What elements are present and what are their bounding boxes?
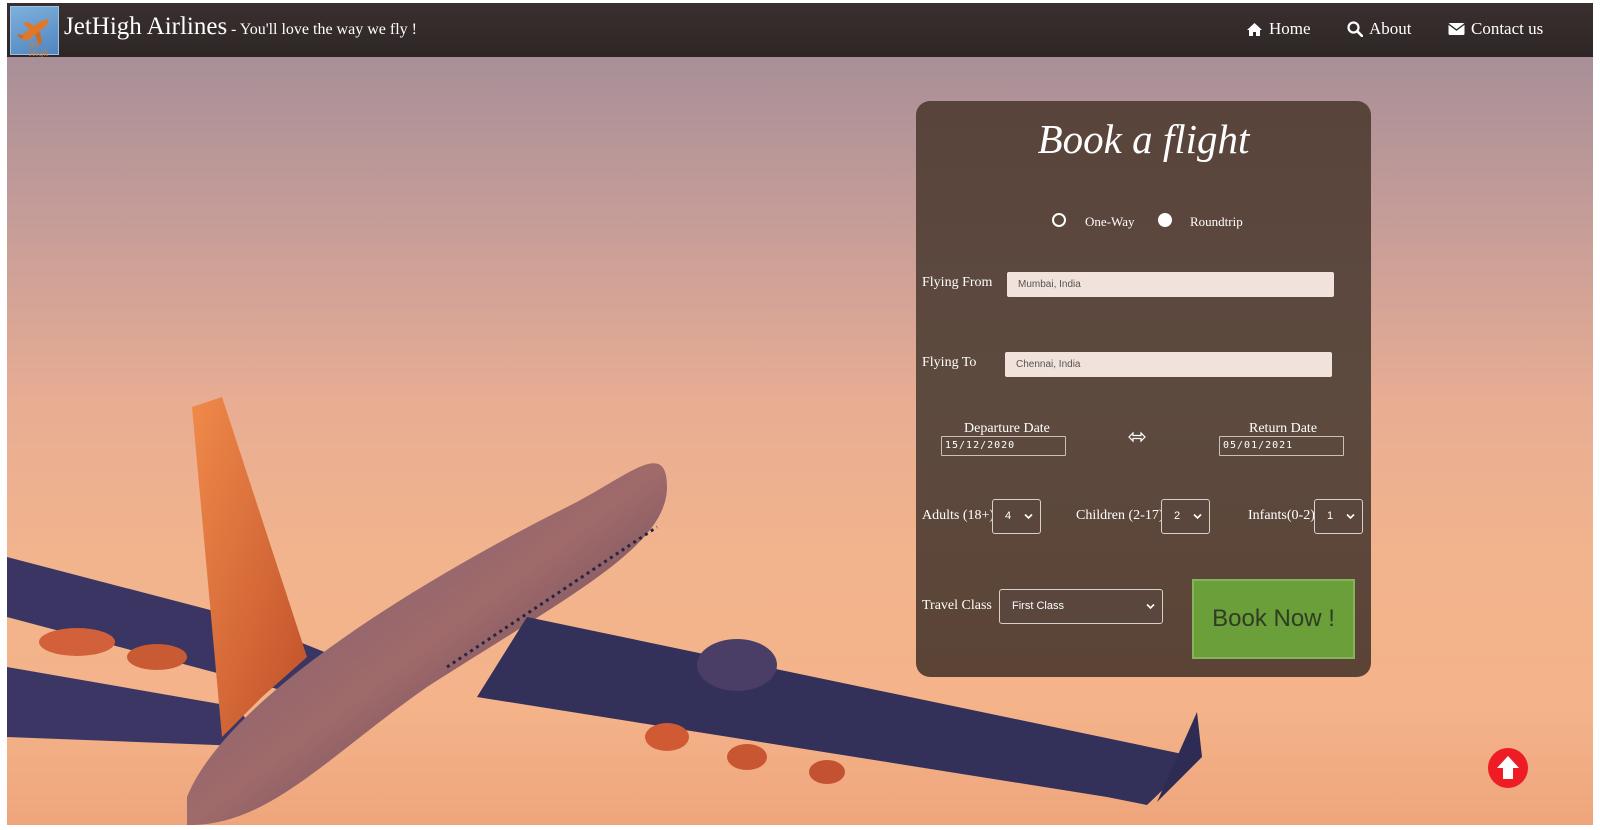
- children-select[interactable]: 2: [1161, 499, 1210, 534]
- logo-text: jet High: [29, 40, 49, 58]
- chevron-down-icon: [1193, 513, 1202, 520]
- departure-date-input[interactable]: 15/12/2020: [941, 436, 1066, 456]
- flying-to-input[interactable]: Chennai, India: [1005, 352, 1332, 377]
- return-date-input[interactable]: 05/01/2021: [1219, 436, 1344, 456]
- return-date-label: Return Date: [1249, 421, 1318, 436]
- adults-value: 4: [1005, 510, 1012, 522]
- flying-from-input[interactable]: Mumbai, India: [1007, 272, 1334, 297]
- nav-about[interactable]: About: [1347, 19, 1412, 39]
- travel-class-label: Travel Class: [922, 598, 992, 613]
- chevron-down-icon: [1024, 513, 1033, 520]
- brand-tagline: - You'll love the way we fly !: [231, 21, 417, 38]
- chevron-down-icon: [1146, 603, 1155, 610]
- radio-one-way-label: One-Way: [1085, 214, 1135, 229]
- home-icon: [1247, 22, 1262, 36]
- nav-about-label: About: [1369, 19, 1412, 38]
- booking-title: Book a flight: [1037, 116, 1250, 162]
- radio-one-way[interactable]: [1052, 213, 1066, 227]
- search-icon: [1347, 21, 1363, 37]
- infants-label: Infants(0-2): [1248, 508, 1315, 523]
- radio-roundtrip-label: Roundtrip: [1190, 214, 1243, 229]
- arrow-up-icon: [1497, 756, 1519, 779]
- booking-card: Book a flight One-Way Roundtrip Flying F…: [916, 101, 1371, 677]
- travel-class-select[interactable]: First Class: [999, 589, 1163, 624]
- swap-arrows-icon[interactable]: [1128, 431, 1146, 443]
- scroll-to-top-button[interactable]: [1488, 748, 1528, 788]
- navbar: jet High JetHigh Airlines - You'll love …: [7, 3, 1593, 58]
- travel-class-value: First Class: [1012, 600, 1064, 612]
- brand-name[interactable]: JetHigh Airlines: [64, 13, 227, 41]
- infants-select[interactable]: 1: [1314, 499, 1363, 534]
- nav-contact-label: Contact us: [1471, 19, 1544, 38]
- infants-value: 1: [1327, 510, 1334, 522]
- flying-from-label: Flying From: [922, 275, 993, 290]
- nav-home[interactable]: Home: [1246, 19, 1311, 39]
- adults-label: Adults (18+): [922, 508, 995, 523]
- hero-background: Book a flight One-Way Roundtrip Flying F…: [7, 57, 1593, 825]
- children-label: Children (2-17): [1076, 508, 1164, 523]
- book-now-button[interactable]: Book Now !: [1192, 579, 1355, 659]
- nav-contact[interactable]: Contact us: [1448, 19, 1543, 39]
- adults-select[interactable]: 4: [992, 499, 1041, 534]
- radio-roundtrip[interactable]: [1158, 213, 1172, 227]
- page-frame: jet High JetHigh Airlines - You'll love …: [7, 3, 1593, 825]
- departure-date-label: Departure Date: [964, 421, 1050, 436]
- flying-to-label: Flying To: [922, 355, 977, 370]
- children-value: 2: [1174, 510, 1181, 522]
- envelope-icon: [1448, 23, 1465, 35]
- nav-home-label: Home: [1269, 19, 1311, 38]
- brand-logo[interactable]: jet High: [10, 6, 59, 58]
- chevron-down-icon: [1346, 513, 1355, 520]
